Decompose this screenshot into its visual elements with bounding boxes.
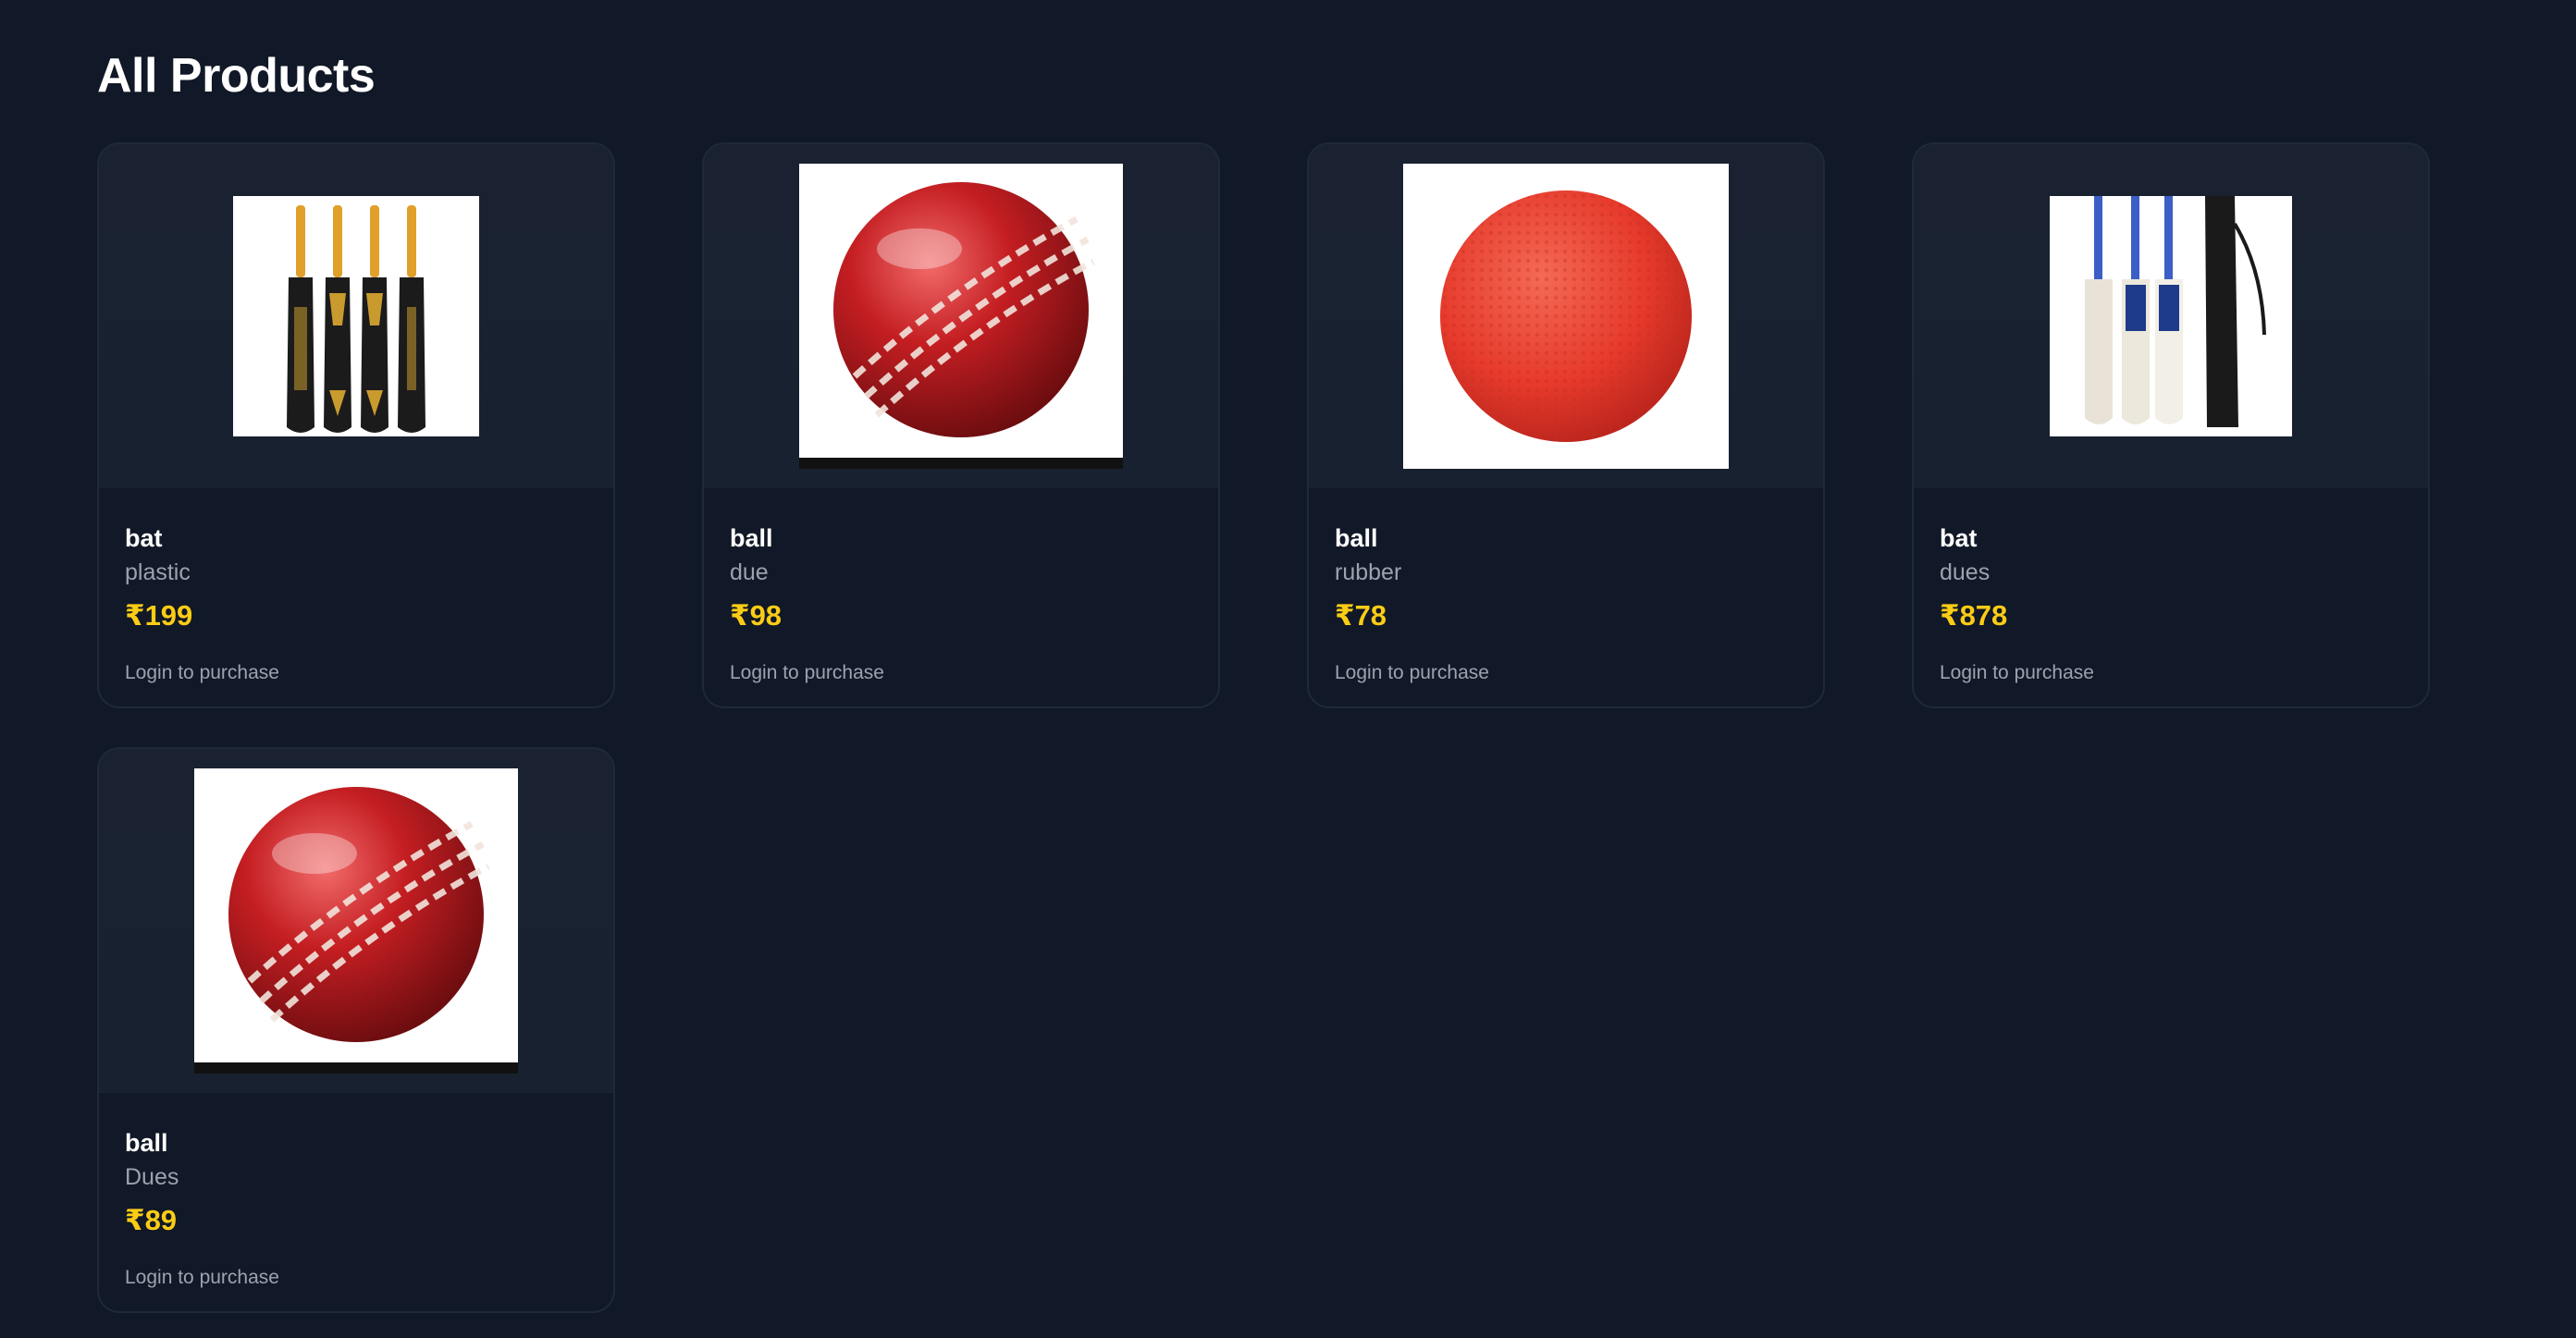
product-price: ₹78 (1335, 599, 1387, 632)
product-card[interactable]: ball rubber ₹78 Login to purchase (1307, 142, 1825, 708)
product-image-area (704, 144, 1218, 488)
product-description: dues (1940, 559, 1991, 585)
product-image (799, 164, 1123, 469)
cricket-ball-image (194, 768, 518, 1074)
products-page: All Products bat plastic ₹199 Login to p… (0, 0, 2576, 1338)
product-card[interactable]: bat plastic ₹199 Login to purchase (97, 142, 615, 708)
product-image-area (1309, 144, 1823, 488)
product-name: ball (1335, 524, 1378, 552)
product-image (233, 196, 479, 436)
product-description: Dues (125, 1164, 179, 1190)
product-image-area (1914, 144, 2428, 488)
product-price: ₹199 (125, 599, 193, 632)
product-description: due (730, 559, 769, 585)
login-to-purchase-link[interactable]: Login to purchase (125, 658, 587, 688)
product-card[interactable]: ball due ₹98 Login to purchase (702, 142, 1220, 708)
login-to-purchase-link[interactable]: Login to purchase (125, 1263, 587, 1293)
product-description: plastic (125, 559, 191, 585)
cricket-ball-image (799, 164, 1123, 469)
product-name: ball (125, 1129, 168, 1157)
product-grid: bat plastic ₹199 Login to purchase ball … (97, 142, 2479, 1313)
product-price: ₹89 (125, 1204, 178, 1236)
product-name: ball (730, 524, 773, 552)
login-to-purchase-link[interactable]: Login to purchase (1335, 658, 1797, 688)
rubber-ball-image (1403, 164, 1729, 469)
cricket-bats-kit-image (2050, 196, 2292, 436)
login-to-purchase-link[interactable]: Login to purchase (1940, 658, 2402, 688)
product-image (1403, 164, 1729, 469)
product-image-area (99, 144, 613, 488)
product-image (2050, 196, 2292, 436)
product-description: rubber (1335, 559, 1402, 585)
page-title: All Products (97, 49, 376, 103)
product-name: bat (125, 524, 163, 552)
cricket-bats-plastic-image (233, 196, 479, 436)
product-card[interactable]: ball Dues ₹89 Login to purchase (97, 747, 615, 1313)
product-card[interactable]: bat dues ₹878 Login to purchase (1912, 142, 2430, 708)
login-to-purchase-link[interactable]: Login to purchase (730, 658, 1192, 688)
product-name: bat (1940, 524, 1978, 552)
product-price: ₹878 (1940, 599, 2008, 632)
product-image-area (99, 749, 613, 1093)
product-image (194, 768, 518, 1074)
product-price: ₹98 (730, 599, 783, 632)
